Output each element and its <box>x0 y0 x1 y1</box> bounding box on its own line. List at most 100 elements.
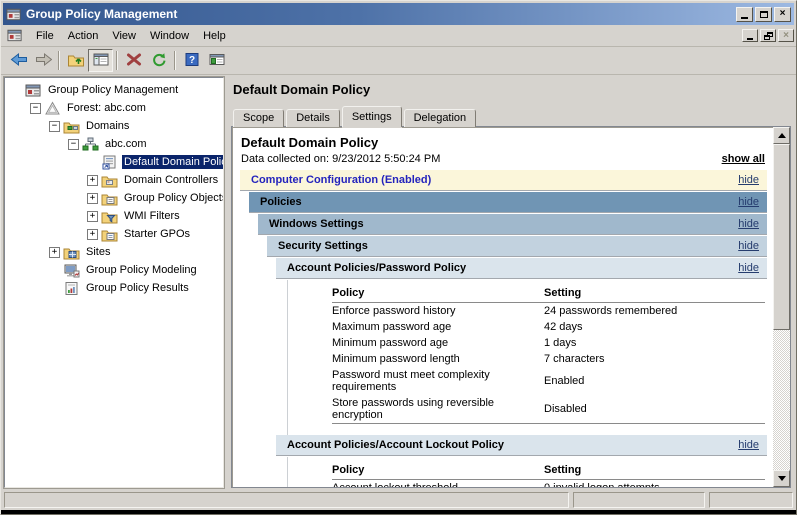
section-label: Policies <box>260 196 302 208</box>
scroll-up-button[interactable] <box>773 127 790 144</box>
menu-item-file[interactable]: File <box>29 27 61 45</box>
new-window-button[interactable] <box>204 49 229 72</box>
expand-plus-icon[interactable]: + <box>87 175 98 186</box>
collapse-minus-icon[interactable]: − <box>30 103 41 114</box>
tree-item-group-policy-objects[interactable]: + Group Policy Objects <box>7 189 223 207</box>
domain-icon <box>82 137 99 152</box>
child-minimize-button[interactable] <box>742 29 758 42</box>
hide-link[interactable]: hide <box>738 240 759 252</box>
child-restore-button[interactable] <box>760 29 776 42</box>
minimize-button[interactable] <box>736 7 753 22</box>
tree-item-group-policy-results[interactable]: Group Policy Results <box>7 279 223 297</box>
expand-plus-icon[interactable]: + <box>87 193 98 204</box>
table-row: Account lockout threshold0 invalid logon… <box>332 480 765 488</box>
menu-item-help[interactable]: Help <box>196 27 233 45</box>
tree-item-label[interactable]: Group Policy Results <box>84 281 191 295</box>
close-button[interactable]: × <box>774 7 791 22</box>
tree-item-default-domain-policy[interactable]: Default Domain Policy <box>7 153 223 171</box>
forward-button[interactable] <box>30 49 55 72</box>
help-button[interactable]: ? <box>179 49 204 72</box>
hide-link[interactable]: hide <box>738 174 759 186</box>
tree-item-label[interactable]: Domains <box>84 119 131 133</box>
tree-item-label[interactable]: Group Policy Objects <box>122 191 224 205</box>
console-tree-button[interactable] <box>88 49 113 72</box>
gpmc-app-icon <box>6 7 22 22</box>
hide-link[interactable]: hide <box>738 439 759 451</box>
menu-item-window[interactable]: Window <box>143 27 196 45</box>
section-computer-configuration-enabled-: Computer Configuration (Enabled) hide Poli… <box>240 170 767 487</box>
window-title: Group Policy Management <box>26 7 734 21</box>
hide-link[interactable]: hide <box>738 196 759 208</box>
column-header: Setting <box>544 462 765 480</box>
delete-button[interactable] <box>121 49 146 72</box>
tree-item-label[interactable]: Forest: abc.com <box>65 101 148 115</box>
table-row: Password must meet complexity requiremen… <box>332 367 765 395</box>
table-cell: 24 passwords remembered <box>544 303 765 320</box>
table-cell: Password must meet complexity requiremen… <box>332 367 544 395</box>
hide-link[interactable]: hide <box>738 218 759 230</box>
menu-item-view[interactable]: View <box>105 27 143 45</box>
up-one-level-button[interactable] <box>63 49 88 72</box>
table-cell: Enforce password history <box>332 303 544 320</box>
modeling-icon <box>63 263 80 278</box>
tree-item-domains[interactable]: − Domains <box>7 117 223 135</box>
close-icon: × <box>780 9 786 19</box>
folder-wmi-icon <box>101 209 118 224</box>
maximize-button[interactable] <box>755 7 772 22</box>
table-cell: 42 days <box>544 319 765 335</box>
show-all-link[interactable]: show all <box>722 153 765 165</box>
tree-item-label[interactable]: Domain Controllers <box>122 173 220 187</box>
column-header: Setting <box>544 285 765 303</box>
section-windows-settings: Windows SettingshideSecurity Settingshid… <box>258 214 767 487</box>
tree-item-label[interactable]: Sites <box>84 245 112 259</box>
tree-item-abc-com[interactable]: − abc.com <box>7 135 223 153</box>
table-row: Store passwords using reversible encrypt… <box>332 395 765 424</box>
column-header: Policy <box>332 285 544 303</box>
section-label: Windows Settings <box>269 218 364 230</box>
tree-item-domain-controllers[interactable]: + Domain Controllers <box>7 171 223 189</box>
tree-item-label[interactable]: Group Policy Management <box>46 83 180 97</box>
tree-item-label[interactable]: Group Policy Modeling <box>84 263 199 277</box>
tab-delegation[interactable]: Delegation <box>404 109 477 127</box>
expand-plus-icon[interactable]: + <box>49 247 60 258</box>
scrollbar-track[interactable] <box>773 330 790 470</box>
scroll-down-button[interactable] <box>773 470 790 487</box>
settings-report-frame: Default Domain Policy Data collected on:… <box>231 126 791 488</box>
hide-link[interactable]: hide <box>738 262 759 274</box>
tree-item-label[interactable]: Starter GPOs <box>122 227 192 241</box>
forward-icon <box>34 52 52 70</box>
table-row: Minimum password length7 characters <box>332 351 765 367</box>
table-row: Minimum password age1 days <box>332 335 765 351</box>
folder-gpo-icon <box>101 191 118 206</box>
new-window-icon <box>208 52 226 70</box>
tab-settings[interactable]: Settings <box>342 106 402 127</box>
tree-item-starter-gpos[interactable]: + Starter GPOs <box>7 225 223 243</box>
collapse-minus-icon[interactable]: − <box>68 139 79 150</box>
refresh-button[interactable] <box>146 49 171 72</box>
vertical-scrollbar[interactable] <box>773 127 790 487</box>
tree-item-label[interactable]: Default Domain Policy <box>122 155 224 169</box>
back-button[interactable] <box>5 49 30 72</box>
tree-item-group-policy-management[interactable]: Group Policy Management <box>7 81 223 99</box>
folder-starter-icon <box>101 227 118 242</box>
expand-plus-icon[interactable]: + <box>87 211 98 222</box>
tree-item-forest-abc-com[interactable]: − Forest: abc.com <box>7 99 223 117</box>
tree-item-label[interactable]: WMI Filters <box>122 209 182 223</box>
section-label: Account Policies/Password Policy <box>287 262 466 274</box>
tree-item-group-policy-modeling[interactable]: Group Policy Modeling <box>7 261 223 279</box>
tab-scope[interactable]: Scope <box>233 109 284 127</box>
menu-item-action[interactable]: Action <box>61 27 106 45</box>
tab-details[interactable]: Details <box>286 109 340 127</box>
table-cell: Minimum password length <box>332 351 544 367</box>
folder-dc-icon <box>101 173 118 188</box>
expand-plus-icon[interactable]: + <box>87 229 98 240</box>
tree-item-sites[interactable]: + Sites <box>7 243 223 261</box>
toolbar-separator <box>174 51 176 70</box>
tree-item-wmi-filters[interactable]: + WMI Filters <box>7 207 223 225</box>
tree-item-label[interactable]: abc.com <box>103 137 149 151</box>
data-collected-label: Data collected on: 9/23/2012 5:50:24 PM <box>241 153 440 165</box>
gpo-icon <box>101 155 118 170</box>
scrollbar-thumb[interactable] <box>773 144 790 330</box>
collapse-minus-icon[interactable]: − <box>49 121 60 132</box>
section-label: Computer Configuration (Enabled) <box>251 174 431 186</box>
